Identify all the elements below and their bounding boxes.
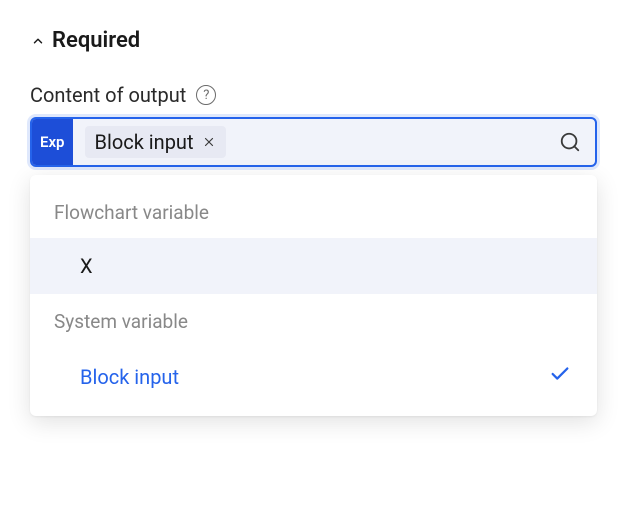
- dropdown-group-label: Flowchart variable: [30, 193, 597, 238]
- close-icon[interactable]: [202, 135, 216, 149]
- dropdown-option-block-input[interactable]: Block input: [30, 347, 597, 406]
- dropdown-option-x[interactable]: X: [30, 238, 597, 294]
- option-label: Block input: [80, 365, 179, 389]
- expression-badge: Exp: [32, 119, 73, 165]
- section-toggle[interactable]: Required: [30, 28, 597, 53]
- option-label: X: [80, 254, 93, 278]
- chevron-up-icon: [30, 33, 46, 49]
- token-block-input[interactable]: Block input: [85, 126, 226, 158]
- help-icon[interactable]: ?: [196, 85, 216, 105]
- dropdown-group-label: System variable: [30, 302, 597, 347]
- search-icon[interactable]: [545, 119, 595, 165]
- section-title: Required: [52, 28, 140, 53]
- expression-input[interactable]: Exp Block input: [30, 117, 597, 167]
- field-label: Content of output: [30, 83, 186, 107]
- token-label: Block input: [95, 130, 194, 154]
- check-icon: [549, 363, 571, 390]
- token-area[interactable]: Block input: [73, 119, 546, 165]
- variable-dropdown: Flowchart variable X System variable Blo…: [30, 175, 597, 416]
